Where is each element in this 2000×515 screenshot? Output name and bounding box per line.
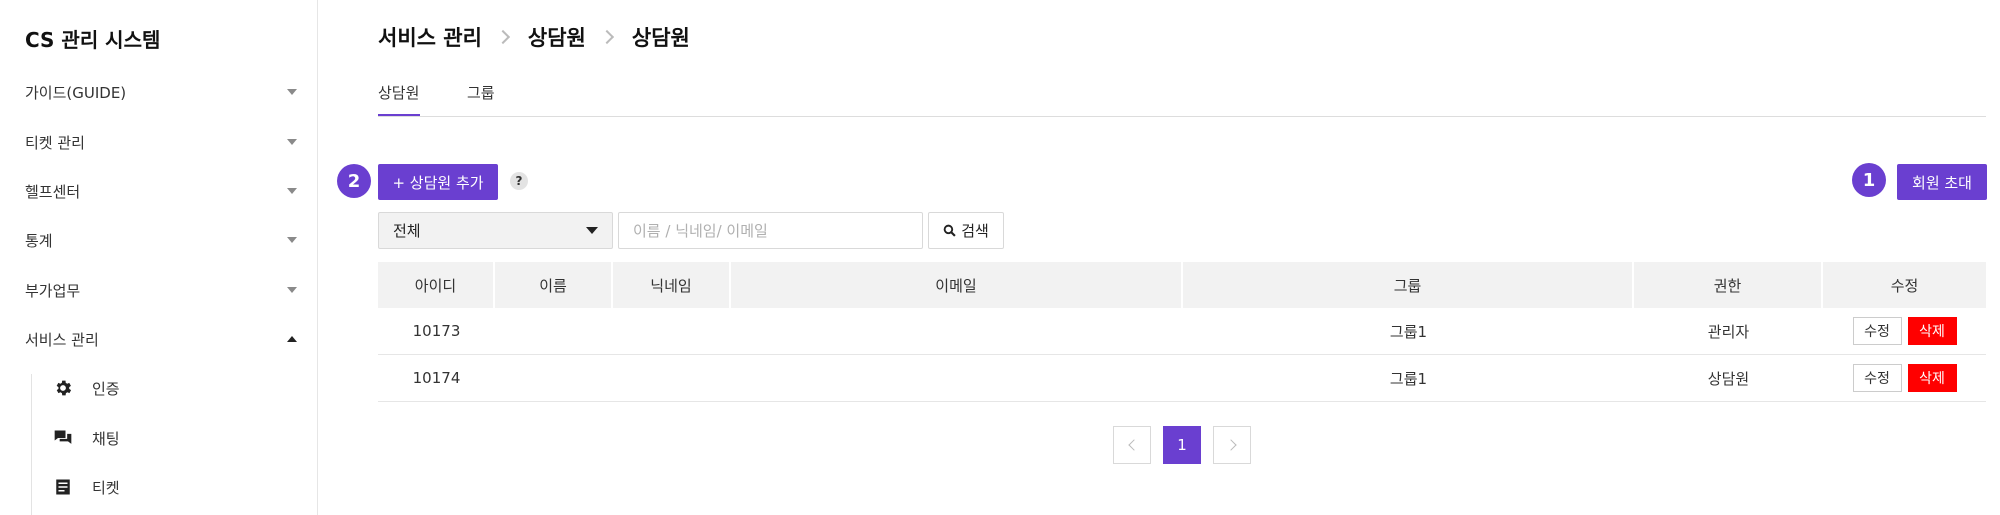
pagination-page-1[interactable]: 1: [1163, 426, 1201, 464]
sidebar-subitem-label: 채팅: [92, 429, 120, 448]
cell-role: 관리자: [1707, 322, 1750, 341]
sidebar-item-label: 부가업무: [25, 281, 81, 300]
search-button-label: 검색: [961, 222, 989, 240]
edit-button[interactable]: 수정: [1852, 364, 1902, 392]
pagination-prev-button[interactable]: [1113, 426, 1151, 464]
sidebar-item-service-management[interactable]: 서비스 관리: [25, 324, 297, 354]
caret-down-icon: [287, 139, 297, 145]
filter-select-value: 전체: [393, 222, 421, 240]
sidebar-subitem-auth[interactable]: 인증: [52, 373, 120, 403]
sidebar-item-guide[interactable]: 가이드(GUIDE): [25, 77, 297, 107]
chat-icon: [52, 427, 74, 449]
gear-icon: [52, 377, 74, 399]
chevron-right-icon: [599, 29, 614, 45]
cell-name: [495, 308, 613, 354]
search-icon: [943, 224, 956, 237]
table-row: 10173 그룹1 관리자 수정 삭제: [378, 308, 1986, 355]
search-button[interactable]: 검색: [928, 212, 1004, 249]
invite-member-button[interactable]: 회원 초대: [1897, 164, 1987, 200]
help-icon[interactable]: ?: [510, 172, 528, 190]
breadcrumb: 서비스 관리 상담원 상담원: [378, 20, 690, 54]
sidebar-item-label: 헬프센터: [25, 182, 81, 201]
column-header-email[interactable]: 이메일: [731, 262, 1183, 308]
table-row: 10174 그룹1 상담원 수정 삭제: [378, 355, 1986, 402]
cell-id: 10173: [412, 322, 461, 340]
sidebar-item-label: 서비스 관리: [25, 330, 99, 349]
chevron-right-icon: [1224, 439, 1237, 451]
tab-groups[interactable]: 그룹: [467, 82, 495, 116]
submenu-line: [31, 374, 32, 515]
sidebar-item-additional-work[interactable]: 부가업무: [25, 275, 297, 305]
filter-select[interactable]: 전체: [378, 212, 613, 249]
caret-up-icon: [287, 336, 297, 342]
cell-role: 상담원: [1707, 369, 1750, 388]
step-badge-2: 2: [337, 164, 371, 198]
breadcrumb-item[interactable]: 상담원: [528, 22, 586, 52]
sidebar: CS 관리 시스템 가이드(GUIDE) 티켓 관리 헬프센터 통계 부가업무 …: [0, 0, 318, 515]
breadcrumb-item[interactable]: 서비스 관리: [378, 22, 482, 52]
caret-down-icon: [287, 287, 297, 293]
breadcrumb-current: 상담원: [631, 26, 690, 50]
app-title: CS 관리 시스템: [25, 28, 161, 52]
column-header-edit: 수정: [1890, 276, 1919, 295]
cell-id: 10174: [412, 369, 461, 387]
tab-bar: 상담원 그룹: [378, 76, 1986, 117]
cell-nickname: [613, 308, 731, 354]
step-badge-1: 1: [1852, 163, 1886, 197]
sidebar-subitem-label: 인증: [92, 379, 120, 398]
cell-group: 그룹1: [1389, 369, 1428, 388]
agents-table: 아이디 이름 닉네임 이메일 그룹 권한 수정 10173 그룹1 관리자 수정…: [378, 262, 1986, 402]
search-input[interactable]: [618, 212, 923, 249]
sidebar-item-statistics[interactable]: 통계: [25, 225, 297, 255]
cell-actions: 수정 삭제: [1823, 355, 1986, 401]
column-header-nickname[interactable]: 닉네임: [613, 262, 731, 308]
sidebar-item-helpcenter[interactable]: 헬프센터: [25, 176, 297, 206]
cell-nickname: [613, 355, 731, 401]
column-header-role[interactable]: 권한: [1634, 262, 1823, 308]
edit-button[interactable]: 수정: [1852, 317, 1902, 345]
sidebar-item-ticket-management[interactable]: 티켓 관리: [25, 127, 297, 157]
sidebar-subitem-ticket[interactable]: 티켓: [52, 472, 120, 502]
caret-down-icon: [287, 188, 297, 194]
tab-agents[interactable]: 상담원: [378, 82, 420, 116]
cell-group: 그룹1: [1389, 322, 1428, 341]
add-agent-button[interactable]: + 상담원 추가: [378, 164, 498, 200]
document-icon: [52, 476, 74, 498]
chevron-right-icon: [495, 29, 510, 45]
delete-button[interactable]: 삭제: [1907, 364, 1957, 392]
caret-down-icon: [586, 227, 598, 234]
chevron-left-icon: [1127, 439, 1140, 451]
sidebar-item-label: 통계: [25, 231, 53, 250]
cell-email: [731, 308, 1183, 354]
cell-actions: 수정 삭제: [1823, 308, 1986, 354]
sidebar-subitem-chat[interactable]: 채팅: [52, 423, 120, 453]
cell-name: [495, 355, 613, 401]
table-header: 아이디 이름 닉네임 이메일 그룹 권한 수정: [378, 262, 1986, 308]
pagination-next-button[interactable]: [1213, 426, 1251, 464]
delete-button[interactable]: 삭제: [1907, 317, 1957, 345]
sidebar-item-label: 가이드(GUIDE): [25, 83, 127, 102]
caret-down-icon: [287, 89, 297, 95]
column-header-id[interactable]: 아이디: [378, 262, 495, 308]
cell-email: [731, 355, 1183, 401]
column-header-group[interactable]: 그룹: [1183, 262, 1634, 308]
sidebar-subitem-label: 티켓: [92, 478, 120, 497]
caret-down-icon: [287, 237, 297, 243]
column-header-name[interactable]: 이름: [495, 262, 613, 308]
sidebar-item-label: 티켓 관리: [25, 133, 85, 152]
